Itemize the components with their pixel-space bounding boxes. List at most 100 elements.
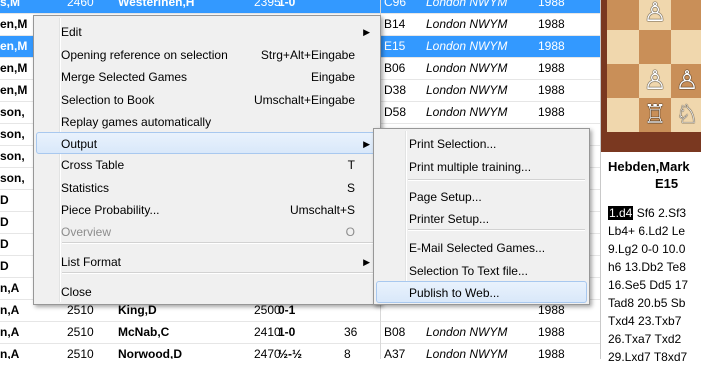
notation-move[interactable]: Le xyxy=(672,224,685,238)
notation-move[interactable]: Lb4+ xyxy=(608,224,635,238)
table-cell-opponent: Norwood,D xyxy=(118,347,182,359)
menu-item-close[interactable]: Close xyxy=(36,280,378,302)
menu-item-edit[interactable]: Edit ▶ xyxy=(36,20,378,42)
notation-move[interactable]: 26.Txa7 xyxy=(608,332,651,346)
table-row[interactable]: n,A 2510 Norwood,D 2470 ½-½ 8 A37 London NWYM 19… xyxy=(0,344,600,359)
table-cell-site: London NWYM xyxy=(426,347,508,359)
notation-move[interactable]: Txd4 xyxy=(608,314,635,328)
notation-move[interactable]: 1.d4 xyxy=(608,206,634,220)
notation-move[interactable]: Tad8 xyxy=(608,296,634,310)
notation-move[interactable]: 10.0 xyxy=(662,242,685,256)
menu-item-label: Selection To Text file... xyxy=(409,264,528,278)
table-cell-eco: B08 xyxy=(384,325,406,339)
menu-item-label: List Format xyxy=(61,255,122,269)
notation-line: Tad8 20.b5 Sb xyxy=(608,294,685,312)
notation-move[interactable]: Sf6 xyxy=(637,206,655,220)
menu-item-label: Cross Table xyxy=(61,158,125,172)
table-cell-name: n,A xyxy=(0,325,20,339)
menu-item-piece-probability[interactable]: Piece Probability... Umschalt+S xyxy=(36,198,378,220)
table-cell-eco: C96 xyxy=(384,0,407,9)
notation-move[interactable]: Txd2 xyxy=(654,332,681,346)
submenu-item-printer-setup[interactable]: Printer Setup... xyxy=(376,207,587,229)
notation-line: 26.Txa7 Txd2 xyxy=(608,330,681,348)
table-cell-moves: 36 xyxy=(344,325,358,339)
notation-move[interactable]: 16.Se5 xyxy=(608,278,646,292)
menu-item-selection-to-book[interactable]: Selection to Book Umschalt+Eingabe xyxy=(36,88,378,110)
notation-move[interactable]: 9.Lg2 xyxy=(608,242,638,256)
menu-item-merge-selected-games[interactable]: Merge Selected Games Eingabe xyxy=(36,65,378,87)
menu-item-statistics[interactable]: Statistics S xyxy=(36,176,378,198)
menu-item-list-format[interactable]: List Format ▶ xyxy=(36,250,378,272)
table-cell-elo: 2460 xyxy=(67,0,94,9)
table-cell-name: n,A xyxy=(0,347,20,359)
menu-item-label: Page Setup... xyxy=(409,190,482,204)
menu-item-label: Print multiple training... xyxy=(409,160,532,174)
table-cell-opponent: McNab,C xyxy=(118,325,170,339)
white-knight-icon: ♘ xyxy=(675,100,699,130)
white-pawn-icon: ♙ xyxy=(643,66,667,96)
submenu-item-print-multiple-training[interactable]: Print multiple training... xyxy=(376,155,587,177)
notation-move[interactable]: 23.Txb7 xyxy=(638,314,681,328)
menu-item-cross-table[interactable]: Cross Table T xyxy=(36,153,378,175)
notation-move[interactable]: 17 xyxy=(675,278,688,292)
table-cell-result: 1-0 xyxy=(278,0,296,9)
notation-move[interactable]: 0-0 xyxy=(641,242,658,256)
table-cell-result: ½-½ xyxy=(278,347,303,359)
menu-item-replay-games-automatically[interactable]: Replay games automatically xyxy=(36,110,378,132)
notation-line: h6 13.Db2 Te8 xyxy=(608,258,686,276)
notation-move[interactable]: T8xd7 xyxy=(654,350,687,364)
table-row[interactable]: s,M 2460 Westerinen,H 2395 1-0 C96 London NWYM… xyxy=(0,0,600,14)
table-cell-site: London NWYM xyxy=(426,61,508,75)
notation-line: 29.Lxd7 T8xd7 xyxy=(608,348,687,366)
notation-pane[interactable]: 1.d4 Sf6 2.Sf3 Lb4+ 6.Ld2 Le 9.Lg2 0-0 10.… xyxy=(601,200,701,364)
output-submenu: Print Selection... Print multiple trainin… xyxy=(373,128,590,305)
notation-line: 16.Se5 Dd5 17 xyxy=(608,276,688,294)
notation-line: 1.d4 Sf6 2.Sf3 xyxy=(608,204,686,222)
submenu-item-print-selection[interactable]: Print Selection... xyxy=(376,132,587,154)
table-cell-year: 1988 xyxy=(538,347,565,359)
submenu-item-e-mail-selected-games[interactable]: E-Mail Selected Games... xyxy=(376,236,587,258)
table-cell-elo: 2510 xyxy=(67,347,94,359)
menu-separator xyxy=(408,179,585,181)
notation-move[interactable]: 6.Ld2 xyxy=(638,224,668,238)
game-header-players: Hebden,Mark xyxy=(608,159,690,174)
game-header: Hebden,Mark E15 xyxy=(601,155,701,199)
submenu-arrow-icon: ▶ xyxy=(363,257,370,267)
notation-move[interactable]: h6 xyxy=(608,260,621,274)
table-cell-year: 1988 xyxy=(538,39,565,53)
notation-move[interactable]: 20.b5 xyxy=(637,296,667,310)
game-header-eco: E15 xyxy=(655,176,679,191)
table-cell-year: 1988 xyxy=(538,325,565,339)
table-cell-year: 1988 xyxy=(538,105,565,119)
menu-item-label: Close xyxy=(61,285,92,299)
notation-move[interactable]: 13.Db2 xyxy=(625,260,664,274)
menu-item-label: Selection to Book xyxy=(61,93,155,107)
submenu-item-page-setup[interactable]: Page Setup... xyxy=(376,185,587,207)
menu-item-label: E-Mail Selected Games... xyxy=(409,241,546,255)
table-cell-moves: 8 xyxy=(344,347,351,359)
notation-line: 9.Lg2 0-0 10.0 xyxy=(608,240,685,258)
notation-move[interactable]: 29.Lxd7 xyxy=(608,350,651,364)
table-cell-eco: D38 xyxy=(384,83,407,97)
menu-item-shortcut: Eingabe xyxy=(310,70,355,84)
table-cell-year: 1988 xyxy=(538,0,565,9)
menu-item-label: Opening reference on selection xyxy=(61,48,228,62)
notation-move[interactable]: Sb xyxy=(671,296,686,310)
notation-move[interactable]: 2.Sf3 xyxy=(658,206,686,220)
notation-move[interactable]: Dd5 xyxy=(649,278,671,292)
menu-item-opening-reference-on-selection[interactable]: Opening reference on selection Strg+Alt+E… xyxy=(36,43,378,65)
menu-item-output[interactable]: Output ▶ xyxy=(36,132,378,154)
submenu-item-publish-to-web[interactable]: Publish to Web... xyxy=(376,281,587,303)
table-cell-site: London NWYM xyxy=(426,17,508,31)
menu-item-label: Publish to Web... xyxy=(409,286,500,300)
board-square xyxy=(607,64,639,98)
chess-board[interactable]: ♙ ♙ ♙ ♖ ♘ xyxy=(601,0,701,152)
table-cell-year: 1988 xyxy=(538,61,565,75)
submenu-item-selection-to-text-file[interactable]: Selection To Text file... xyxy=(376,259,587,281)
table-cell-site: London NWYM xyxy=(426,325,508,339)
white-pawn-icon: ♙ xyxy=(643,0,667,28)
table-row[interactable]: n,A 2510 McNab,C 2410 1-0 36 B08 London NWYM 198… xyxy=(0,322,600,344)
notation-move[interactable]: Te8 xyxy=(667,260,686,274)
menu-item-label: Merge Selected Games xyxy=(61,70,188,84)
board-square xyxy=(607,30,639,64)
